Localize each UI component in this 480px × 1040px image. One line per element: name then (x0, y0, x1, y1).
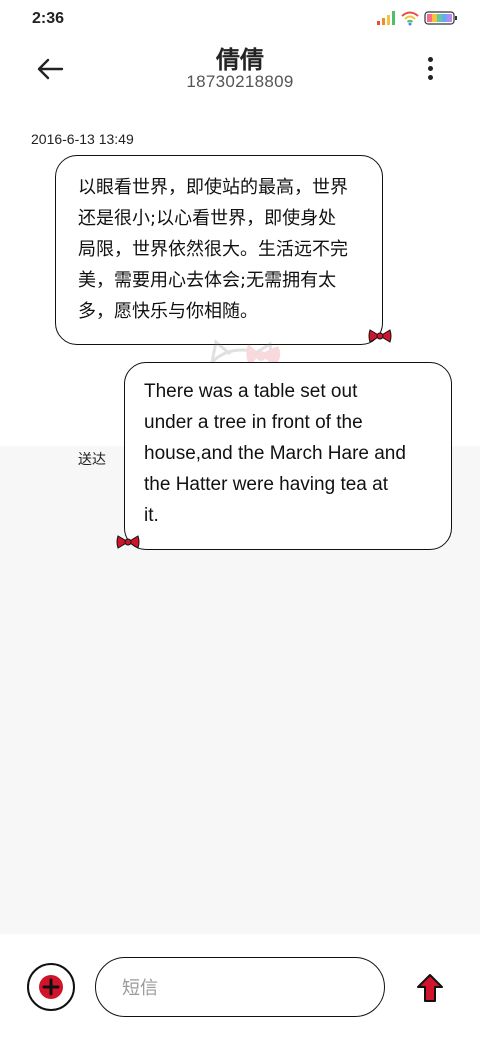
wifi-icon (401, 11, 419, 26)
message-line: 局限，世界依然很大。生活远不完 (78, 239, 348, 260)
sms-input[interactable]: 短信 (95, 957, 385, 1017)
incoming-message-bubble[interactable]: 以眼看世界，即使站的最高，世界 还是很小;以心看世界，即使身处 局限，世界依然很… (55, 155, 383, 345)
message-line: 以眼看世界，即使站的最高，世界 (78, 177, 348, 198)
more-options-button[interactable] (416, 52, 444, 84)
status-icons (376, 10, 458, 26)
status-bar: 2:36 (0, 0, 480, 40)
signal-icon (377, 11, 395, 25)
message-line: 还是很小;以心看世界，即使身处 (78, 208, 337, 229)
contact-name: 倩倩 (216, 46, 264, 74)
add-attachment-button[interactable] (27, 963, 75, 1011)
battery-icon (424, 11, 457, 25)
outgoing-message-bubble[interactable]: There was a table set out under a tree i… (124, 362, 452, 550)
message-line: 多，愿快乐与你相随。 (78, 301, 258, 322)
message-line: 美，需要用心去体会;无需拥有太 (78, 270, 337, 291)
message-timestamp: 2016-6-13 13:49 (31, 131, 134, 147)
send-arrow-icon (417, 974, 443, 1002)
status-time: 2:36 (32, 10, 65, 27)
message-line: There was a table set out (144, 381, 358, 402)
bow-icon (116, 535, 140, 549)
message-line: house,and the March Hare and (144, 443, 406, 464)
sms-input-placeholder: 短信 (122, 978, 158, 999)
add-circle-icon (39, 975, 63, 999)
bow-icon (368, 329, 392, 343)
more-vert-icon (427, 56, 433, 62)
contact-phone-number: 18730218809 (186, 72, 294, 91)
send-button[interactable] (410, 968, 450, 1008)
message-line: under a tree in front of the (144, 412, 363, 433)
message-line: it. (144, 505, 159, 526)
message-line: the Hatter were having tea at (144, 474, 388, 495)
delivery-status: 送达 (78, 452, 106, 468)
